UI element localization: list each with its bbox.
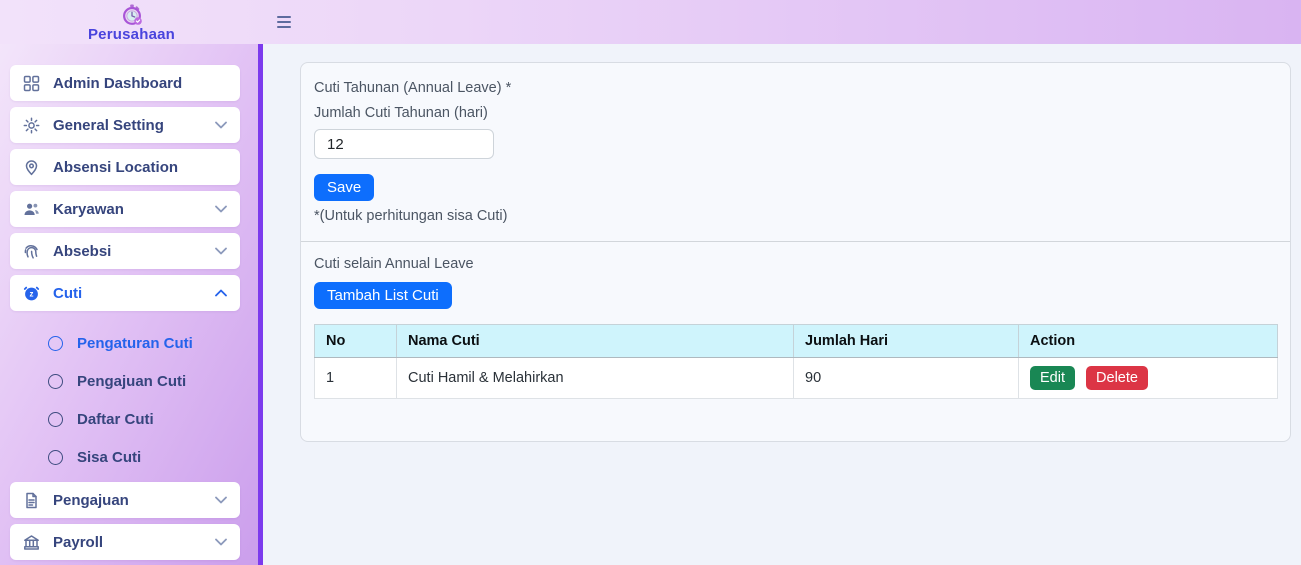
sidebar-item-label: Absensi Location (53, 159, 178, 176)
table-header-row: No Nama Cuti Jumlah Hari Action (315, 325, 1278, 358)
document-icon (23, 492, 40, 509)
delete-button[interactable]: Delete (1086, 366, 1148, 390)
sidebar-item-absebsi[interactable]: Absebsi (10, 233, 240, 269)
chevron-down-icon (215, 538, 227, 546)
annual-leave-title: Cuti Tahunan (Annual Leave) * (314, 80, 1278, 96)
location-pin-icon (23, 159, 40, 176)
annual-leave-input-label: Jumlah Cuti Tahunan (hari) (314, 105, 1278, 121)
section-divider (301, 241, 1290, 242)
chevron-down-icon (215, 205, 227, 213)
sidebar-item-absensi-location[interactable]: Absensi Location (10, 149, 240, 185)
sidebar-item-admin-dashboard[interactable]: Admin Dashboard (10, 65, 240, 101)
table-row: 1 Cuti Hamil & Melahirkan 90 Edit Delete (315, 358, 1278, 399)
top-header-bar: Perusahaan (0, 0, 1301, 44)
sidebar-subitem-label: Pengajuan Cuti (77, 373, 186, 390)
sidebar-item-label: Cuti (53, 285, 82, 302)
table-header-no: No (315, 325, 397, 358)
sidebar-item-label: Pengajuan (53, 492, 129, 509)
edit-button[interactable]: Edit (1030, 366, 1075, 390)
chevron-down-icon (215, 121, 227, 129)
radio-circle-icon (48, 412, 63, 427)
cell-nama: Cuti Hamil & Melahirkan (397, 358, 794, 399)
brand-name: Perusahaan (88, 26, 175, 43)
sidebar-item-label: General Setting (53, 117, 164, 134)
grid-icon (23, 75, 40, 92)
cuti-submenu: Pengaturan Cuti Pengajuan Cuti Daftar Cu… (10, 317, 240, 482)
sidebar-item-label: Admin Dashboard (53, 75, 182, 92)
svg-text:z: z (30, 289, 34, 298)
sidebar-subitem-label: Sisa Cuti (77, 449, 141, 466)
cell-jumlah: 90 (794, 358, 1019, 399)
fingerprint-icon (23, 243, 40, 260)
sidebar: Admin Dashboard General Setting Absensi … (0, 44, 263, 565)
users-icon (23, 201, 40, 218)
sidebar-item-pengajuan[interactable]: Pengajuan (10, 482, 240, 518)
radio-circle-icon (48, 450, 63, 465)
sidebar-subitem-pengaturan-cuti[interactable]: Pengaturan Cuti (48, 324, 240, 362)
cell-no: 1 (315, 358, 397, 399)
chevron-down-icon (215, 247, 227, 255)
table-header-jumlah: Jumlah Hari (794, 325, 1019, 358)
sidebar-item-label: Absebsi (53, 243, 111, 260)
chevron-down-icon (215, 496, 227, 504)
annual-leave-days-input[interactable] (314, 129, 494, 159)
table-header-nama: Nama Cuti (397, 325, 794, 358)
sidebar-item-general-setting[interactable]: General Setting (10, 107, 240, 143)
save-button[interactable]: Save (314, 174, 374, 201)
stopwatch-check-icon (121, 4, 143, 26)
bank-icon (23, 534, 40, 551)
sidebar-subitem-label: Pengaturan Cuti (77, 335, 193, 352)
add-leave-button[interactable]: Tambah List Cuti (314, 282, 452, 309)
radio-circle-icon (48, 374, 63, 389)
other-leave-title: Cuti selain Annual Leave (314, 256, 1278, 272)
sidebar-item-label: Payroll (53, 534, 103, 551)
sidebar-subitem-daftar-cuti[interactable]: Daftar Cuti (48, 400, 240, 438)
main-content: Cuti Tahunan (Annual Leave) * Jumlah Cut… (263, 44, 1301, 565)
sidebar-subitem-label: Daftar Cuti (77, 411, 154, 428)
annual-leave-note: *(Untuk perhitungan sisa Cuti) (314, 208, 1278, 224)
gear-icon (23, 117, 40, 134)
leave-types-table: No Nama Cuti Jumlah Hari Action 1 Cuti H… (314, 324, 1278, 399)
sidebar-item-payroll[interactable]: Payroll (10, 524, 240, 560)
sidebar-item-label: Karyawan (53, 201, 124, 218)
sidebar-item-cuti[interactable]: z Cuti (10, 275, 240, 311)
leave-settings-card: Cuti Tahunan (Annual Leave) * Jumlah Cut… (300, 62, 1291, 442)
table-header-action: Action (1019, 325, 1278, 358)
chevron-up-icon (215, 289, 227, 297)
hamburger-icon[interactable] (271, 10, 297, 34)
cell-action: Edit Delete (1019, 358, 1278, 399)
alarm-snooze-icon: z (23, 285, 40, 302)
sidebar-subitem-pengajuan-cuti[interactable]: Pengajuan Cuti (48, 362, 240, 400)
brand[interactable]: Perusahaan (0, 2, 263, 43)
sidebar-item-karyawan[interactable]: Karyawan (10, 191, 240, 227)
sidebar-subitem-sisa-cuti[interactable]: Sisa Cuti (48, 438, 240, 476)
radio-circle-icon (48, 336, 63, 351)
